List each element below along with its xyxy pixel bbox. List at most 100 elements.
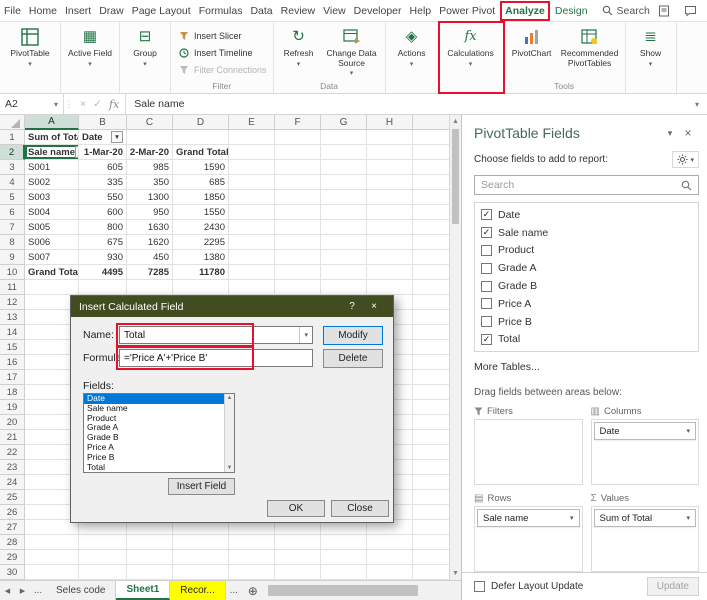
column-header-g[interactable]: G [321, 115, 367, 130]
cell-a28[interactable] [25, 535, 79, 550]
cell-d10[interactable]: 11780 [173, 265, 229, 280]
cell-c9[interactable]: 450 [127, 250, 173, 265]
confirm-entry-icon[interactable]: ✓ [93, 98, 102, 110]
row-header-1[interactable]: 1 [0, 130, 25, 145]
vertical-scrollbar[interactable]: ▲ ▼ [449, 115, 461, 580]
row-header-20[interactable]: 20 [0, 415, 25, 430]
cell-h30[interactable] [367, 565, 413, 580]
cell-f7[interactable] [275, 220, 321, 235]
recommended-pivottables-button[interactable]: Recommended PivotTables [558, 24, 622, 80]
cell-d1[interactable] [173, 130, 229, 145]
checkbox-total[interactable]: ✓ [481, 333, 492, 345]
cell-g2[interactable] [321, 145, 367, 160]
checkbox-date[interactable]: ✓ [481, 209, 492, 221]
cell-d2[interactable]: Grand Total [173, 145, 229, 160]
cell-c11[interactable] [127, 280, 173, 295]
field-row-sale-name[interactable]: ✓ Sale name [477, 224, 696, 242]
cell-g4[interactable] [321, 175, 367, 190]
menu-tab-help[interactable]: Help [406, 0, 436, 22]
sheet-overflow-left[interactable]: ... [30, 581, 46, 600]
checkbox-price-b[interactable] [481, 316, 492, 328]
cell-e29[interactable] [229, 550, 275, 565]
field-row-grade-b[interactable]: Grade B [477, 277, 696, 295]
menu-tab-page-layout[interactable]: Page Layout [128, 0, 195, 22]
cancel-entry-icon[interactable]: × [80, 98, 86, 110]
cell-c29[interactable] [127, 550, 173, 565]
comments-icon[interactable] [684, 5, 697, 17]
cell-g8[interactable] [321, 235, 367, 250]
menu-tab-review[interactable]: Review [277, 0, 319, 22]
scroll-up-icon[interactable]: ▲ [450, 115, 461, 128]
cell-h28[interactable] [367, 535, 413, 550]
cell-c3[interactable]: 985 [127, 160, 173, 175]
change-data-source-button[interactable]: Change Data Source ▾ [322, 24, 382, 80]
cell-b30[interactable] [79, 565, 127, 580]
row-header-30[interactable]: 30 [0, 565, 25, 580]
cell-f28[interactable] [275, 535, 321, 550]
menu-tab-view[interactable]: View [319, 0, 350, 22]
area-pill-date[interactable]: Date ▾ [593, 422, 696, 440]
cell-e3[interactable] [229, 160, 275, 175]
cell-a5[interactable]: S003 [25, 190, 79, 205]
row-header-10[interactable]: 10 [0, 265, 25, 280]
cell-e30[interactable] [229, 565, 275, 580]
cell-a7[interactable]: S005 [25, 220, 79, 235]
row-header-5[interactable]: 5 [0, 190, 25, 205]
cell-h4[interactable] [367, 175, 413, 190]
cell-e5[interactable] [229, 190, 275, 205]
cell-b2[interactable]: 1-Mar-20 [79, 145, 127, 160]
cell-g9[interactable] [321, 250, 367, 265]
row-header-16[interactable]: 16 [0, 355, 25, 370]
insert-field-button[interactable]: Insert Field [168, 478, 235, 495]
cell-a11[interactable] [25, 280, 79, 295]
area-pill-sum-of-total[interactable]: Sum of Total ▾ [593, 509, 696, 527]
cell-f4[interactable] [275, 175, 321, 190]
cell-h2[interactable] [367, 145, 413, 160]
cell-b7[interactable]: 800 [79, 220, 127, 235]
cell-a30[interactable] [25, 565, 79, 580]
cell-b9[interactable]: 930 [79, 250, 127, 265]
cell-e28[interactable] [229, 535, 275, 550]
sheet-tab-sheet1[interactable]: Sheet1 [116, 581, 171, 600]
field-row-product[interactable]: Product [477, 242, 696, 260]
cell-a1[interactable]: Sum of Total [25, 130, 79, 145]
cell-d11[interactable] [173, 280, 229, 295]
row-header-17[interactable]: 17 [0, 370, 25, 385]
name-box-grip[interactable]: ⋮ [64, 99, 74, 110]
row-header-18[interactable]: 18 [0, 385, 25, 400]
calculations-button[interactable]: fx Calculations ▾ [442, 24, 500, 80]
cell-b29[interactable] [79, 550, 127, 565]
row-header-6[interactable]: 6 [0, 205, 25, 220]
cell-f30[interactable] [275, 565, 321, 580]
cell-f2[interactable] [275, 145, 321, 160]
note-icon[interactable] [658, 5, 670, 17]
cell-c28[interactable] [127, 535, 173, 550]
cell-d30[interactable] [173, 565, 229, 580]
cell-e2[interactable] [229, 145, 275, 160]
checkbox-grade-b[interactable] [481, 280, 492, 292]
cell-e7[interactable] [229, 220, 275, 235]
cell-d9[interactable]: 1380 [173, 250, 229, 265]
scroll-down-icon[interactable]: ▼ [227, 465, 233, 471]
checkbox-grade-a[interactable] [481, 262, 492, 274]
row-header-3[interactable]: 3 [0, 160, 25, 175]
cell-e4[interactable] [229, 175, 275, 190]
cell-d7[interactable]: 2430 [173, 220, 229, 235]
chevron-down-icon[interactable]: ▾ [299, 327, 308, 343]
cell-h10[interactable] [367, 265, 413, 280]
cell-g6[interactable] [321, 205, 367, 220]
cell-a4[interactable]: S002 [25, 175, 79, 190]
modify-button[interactable]: Modify [323, 326, 383, 345]
row-header-13[interactable]: 13 [0, 310, 25, 325]
insert-function-icon[interactable]: fx [109, 98, 119, 111]
menu-tab-insert[interactable]: Insert [61, 0, 95, 22]
cell-d4[interactable]: 685 [173, 175, 229, 190]
menu-tab-design[interactable]: Design [551, 0, 592, 22]
cell-a9[interactable]: S007 [25, 250, 79, 265]
cell-d29[interactable] [173, 550, 229, 565]
cell-a3[interactable]: S001 [25, 160, 79, 175]
cell-f10[interactable] [275, 265, 321, 280]
delete-button[interactable]: Delete [323, 349, 383, 368]
cell-c10[interactable]: 7285 [127, 265, 173, 280]
cell-e1[interactable] [229, 130, 275, 145]
